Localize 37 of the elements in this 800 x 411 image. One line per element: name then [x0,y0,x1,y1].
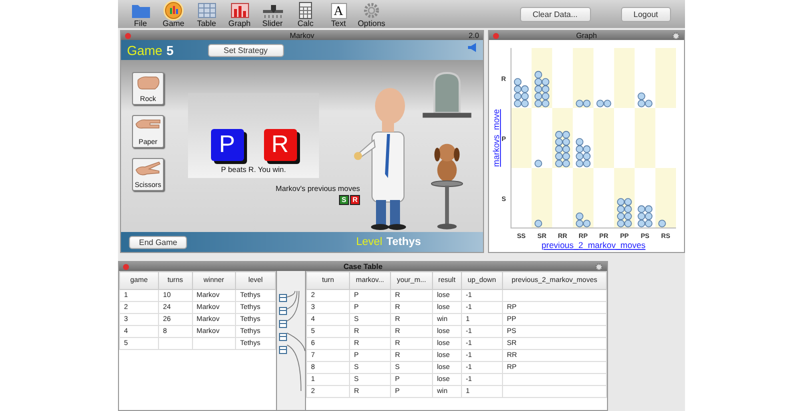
player-move-tile: P [210,129,244,161]
data-point [534,220,542,228]
table-icon [198,3,216,18]
folder-icon [132,3,150,18]
toolbar-button[interactable]: Table [190,0,223,28]
data-point [658,220,666,228]
toolbar-button[interactable]: Calc [289,0,322,28]
text-tool-icon: A [330,2,346,18]
bar-chart-icon [230,3,248,18]
toolbar-button[interactable]: Clear Data... [520,6,591,22]
v-sign-hand-icon [135,161,161,177]
settings-icon[interactable] [672,32,680,40]
game-icon [165,2,182,19]
slider-icon [262,3,282,18]
settings-icon [363,2,380,19]
toolbar-button[interactable]: Logout [620,6,671,22]
toolbar-button[interactable]: Game [157,0,190,28]
level-label: Level [356,236,382,248]
y-axis-label[interactable]: markovs_move [491,109,501,167]
speaker-icon[interactable] [468,43,477,52]
toolbar-button[interactable]: File [124,0,157,28]
game-number: 5 [166,42,174,58]
toolbar-button[interactable]: Graph [223,0,256,28]
x-axis-label[interactable]: previous_2_markov_moves [542,240,646,250]
toolbar-button[interactable]: Slider [256,0,289,28]
wall-alcove-drawing [422,72,472,119]
data-point [534,160,542,168]
game-label: Game [127,42,162,58]
markov-move-tile: R [264,129,296,161]
toolbar-button[interactable]: A Text [322,0,355,28]
end-game-button[interactable]: End Game [129,236,188,248]
fist-icon [136,75,160,91]
set-strategy-button[interactable]: Set Strategy [208,44,284,56]
level-name: Tethys [386,236,421,248]
settings-icon[interactable] [595,262,603,270]
toolbar-button[interactable]: Options [355,0,388,28]
calculator-icon [299,2,312,19]
